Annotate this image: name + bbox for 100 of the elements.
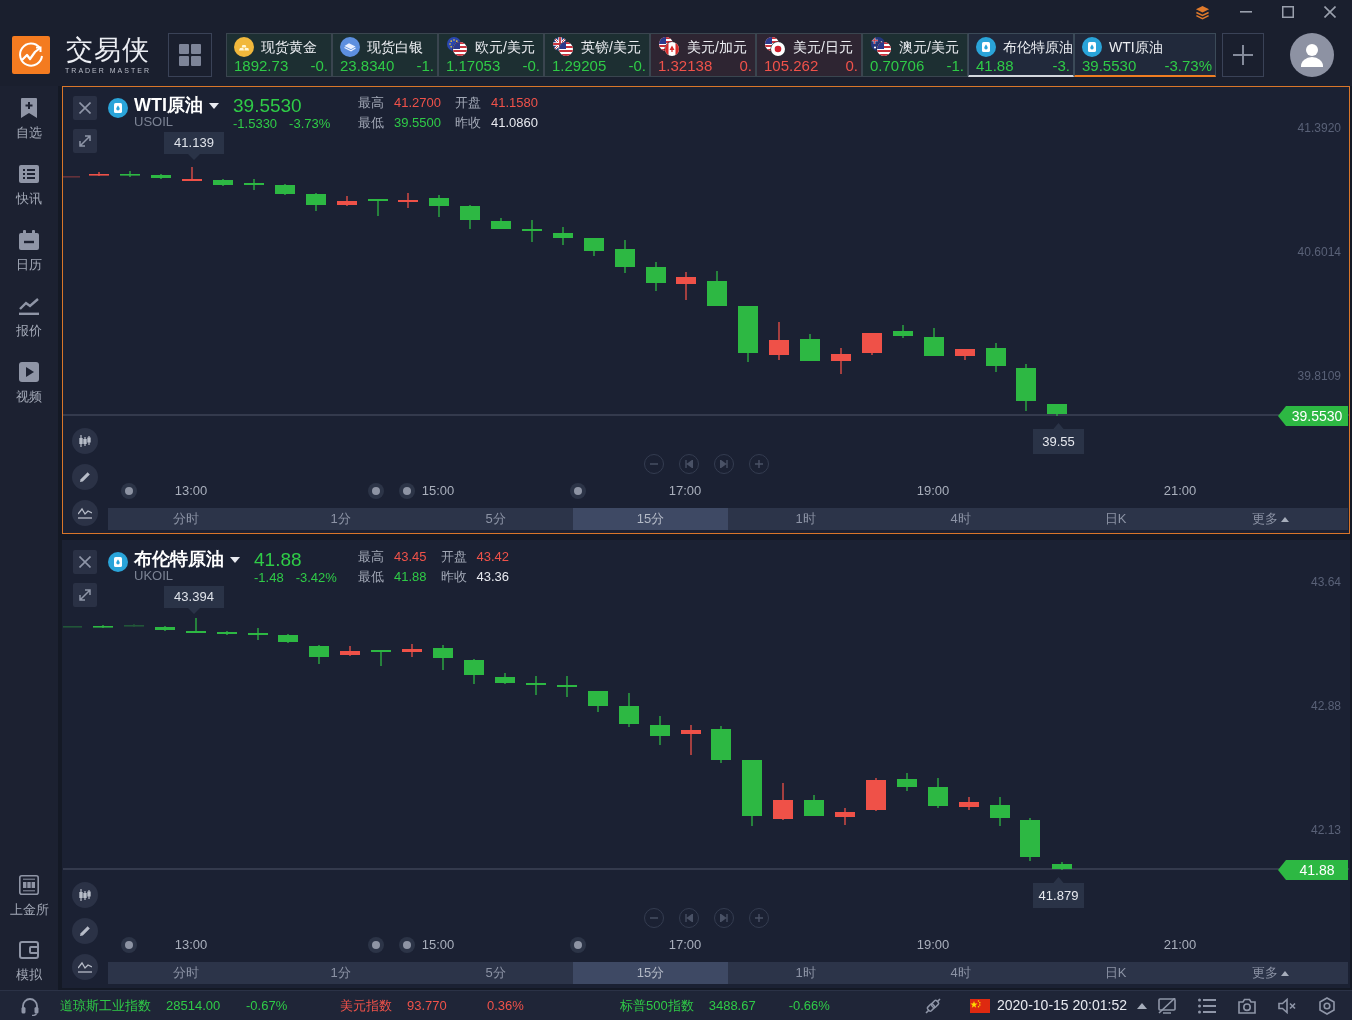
timeframe-tab[interactable]: 1分 xyxy=(263,508,418,530)
close-chart-button[interactable] xyxy=(73,550,97,574)
sidebar-item[interactable]: 报价 xyxy=(0,296,58,339)
price-change: -1.5330 xyxy=(233,116,278,132)
flags-icon xyxy=(870,37,892,57)
stat-label: 最低 xyxy=(358,115,384,131)
logo-title: 交易侠 xyxy=(66,35,150,64)
last-candle-tooltip: 41.879 xyxy=(1033,877,1084,908)
timeframe-tab[interactable]: 分时 xyxy=(108,962,263,984)
sidebar-item[interactable]: 视频 xyxy=(0,362,58,405)
ticker-tab[interactable]: WTI原油 39.5530 -3.73% xyxy=(1074,33,1216,77)
timeframe-tab[interactable]: 更多 xyxy=(1193,508,1348,530)
link-icon[interactable] xyxy=(924,996,942,1015)
timeframe-tab[interactable]: 15分 xyxy=(573,508,728,530)
screen-off-icon[interactable] xyxy=(1158,997,1176,1014)
camera-icon[interactable] xyxy=(1238,997,1256,1014)
mute-icon[interactable] xyxy=(1278,997,1296,1014)
zoom-out-icon xyxy=(650,914,658,922)
stat-value: 41.2700 xyxy=(394,95,441,111)
timeframe-tab[interactable]: 5分 xyxy=(418,508,573,530)
event-marker-icon xyxy=(570,483,586,499)
stat-label: 开盘 xyxy=(440,549,467,565)
layout-button[interactable] xyxy=(168,33,212,77)
flags-icon xyxy=(552,37,574,57)
draw-button[interactable] xyxy=(72,464,98,490)
chart-type-button[interactable] xyxy=(72,428,98,454)
oil-barrel-icon xyxy=(108,552,128,572)
caret-down-icon[interactable] xyxy=(230,556,240,563)
wallet-icon xyxy=(19,941,39,959)
avatar-icon[interactable] xyxy=(1290,33,1334,77)
timeframe-tab[interactable]: 更多 xyxy=(1193,962,1348,984)
settings-icon[interactable] xyxy=(1318,996,1336,1015)
stat-value: 41.0860 xyxy=(491,115,538,131)
stat-label: 开盘 xyxy=(455,95,481,111)
ticker-price: 1892.73 xyxy=(234,58,289,74)
ticker-tab[interactable]: 欧元/美元 1.17053 -0. xyxy=(438,33,544,77)
sidebar-item[interactable]: 模拟 xyxy=(0,940,58,983)
ticker-tab[interactable]: 澳元/美元 0.70706 -1. xyxy=(862,33,968,77)
timeframe-tab[interactable]: 4时 xyxy=(883,508,1038,530)
stat-value: 41.1580 xyxy=(491,95,538,111)
logo-icon xyxy=(12,36,50,74)
timeframe-tab[interactable]: 15分 xyxy=(573,962,728,984)
indicator-button[interactable] xyxy=(72,954,98,980)
index-value: 3488.67 xyxy=(708,996,757,1015)
ticker-tab[interactable]: 美元/加元 1.32138 0. xyxy=(650,33,756,77)
ticker-tab[interactable]: 美元/日元 105.262 0. xyxy=(756,33,862,77)
x-axis-label: 17:00 xyxy=(668,483,702,499)
instrument-name[interactable]: 布伦特原油 xyxy=(134,549,224,570)
index-name: 道琼斯工业指数 xyxy=(60,996,151,1015)
zoom-out-icon xyxy=(650,460,658,468)
timeframe-tab[interactable]: 1时 xyxy=(728,508,883,530)
sidebar-item[interactable]: 上金所 xyxy=(0,875,58,918)
timeframe-tab[interactable]: 日K xyxy=(1038,962,1193,984)
timeframe-tab[interactable]: 5分 xyxy=(418,962,573,984)
indicator-button[interactable] xyxy=(72,500,98,526)
chart-type-button[interactable] xyxy=(72,882,98,908)
expand-button[interactable] xyxy=(73,583,97,607)
y-axis-label: 43.64 xyxy=(1310,575,1341,589)
add-button[interactable] xyxy=(1222,33,1264,77)
ticker-tab[interactable]: 布伦特原油 41.88 -3. xyxy=(968,33,1074,77)
caret-up-icon[interactable] xyxy=(1137,1002,1147,1009)
timeframe-tab[interactable]: 1分 xyxy=(263,962,418,984)
timeframe-tab[interactable]: 分时 xyxy=(108,508,263,530)
china-flag-icon xyxy=(970,998,990,1013)
pencil-icon xyxy=(79,471,91,483)
close-chart-button[interactable] xyxy=(73,96,97,120)
index-change: -0.67% xyxy=(246,996,288,1015)
maximize-icon[interactable] xyxy=(1282,6,1294,18)
list-icon[interactable] xyxy=(1198,997,1216,1014)
skip-back-icon xyxy=(685,914,693,922)
expand-button[interactable] xyxy=(73,129,97,153)
index-change: 0.36% xyxy=(487,996,524,1015)
ticker-price: 23.8340 xyxy=(340,58,395,74)
price-change: -1.48 xyxy=(254,570,284,586)
timeframe-tab[interactable]: 日K xyxy=(1038,508,1193,530)
timeframe-tab[interactable]: 4时 xyxy=(883,962,1038,984)
sidebar-item[interactable]: 快讯 xyxy=(0,164,58,207)
sidebar-item[interactable]: 自选 xyxy=(0,98,58,141)
close-icon[interactable] xyxy=(1324,6,1336,18)
ticker-tab[interactable]: 现货白银 23.8340 -1. xyxy=(332,33,438,77)
x-axis-label: 19:00 xyxy=(916,937,950,953)
ticker-tab[interactable]: 现货黄金 1892.73 -0. xyxy=(226,33,332,77)
skip-forward-icon xyxy=(720,460,728,468)
sidebar-item[interactable]: 日历 xyxy=(0,230,58,273)
close-icon xyxy=(79,102,91,114)
last-price: 39.5530 xyxy=(233,95,303,116)
headset-icon[interactable] xyxy=(20,995,40,1016)
ticker-price: 0.70706 xyxy=(870,58,925,74)
stat-value: 43.45 xyxy=(394,549,427,565)
y-axis-label: 40.6014 xyxy=(1297,245,1341,259)
percent-change: -3.73% xyxy=(289,116,331,132)
ticker-tab[interactable]: 英镑/美元 1.29205 -0. xyxy=(544,33,650,77)
instrument-name[interactable]: WTI原油 xyxy=(134,95,203,116)
ticker-name: WTI原油 xyxy=(1109,38,1163,56)
instrument-symbol: USOIL xyxy=(134,116,174,128)
ticker-change: -1. xyxy=(946,58,964,74)
timeframe-tab[interactable]: 1时 xyxy=(728,962,883,984)
layers-icon[interactable] xyxy=(1195,4,1210,20)
draw-button[interactable] xyxy=(72,918,98,944)
caret-down-icon[interactable] xyxy=(209,102,219,109)
